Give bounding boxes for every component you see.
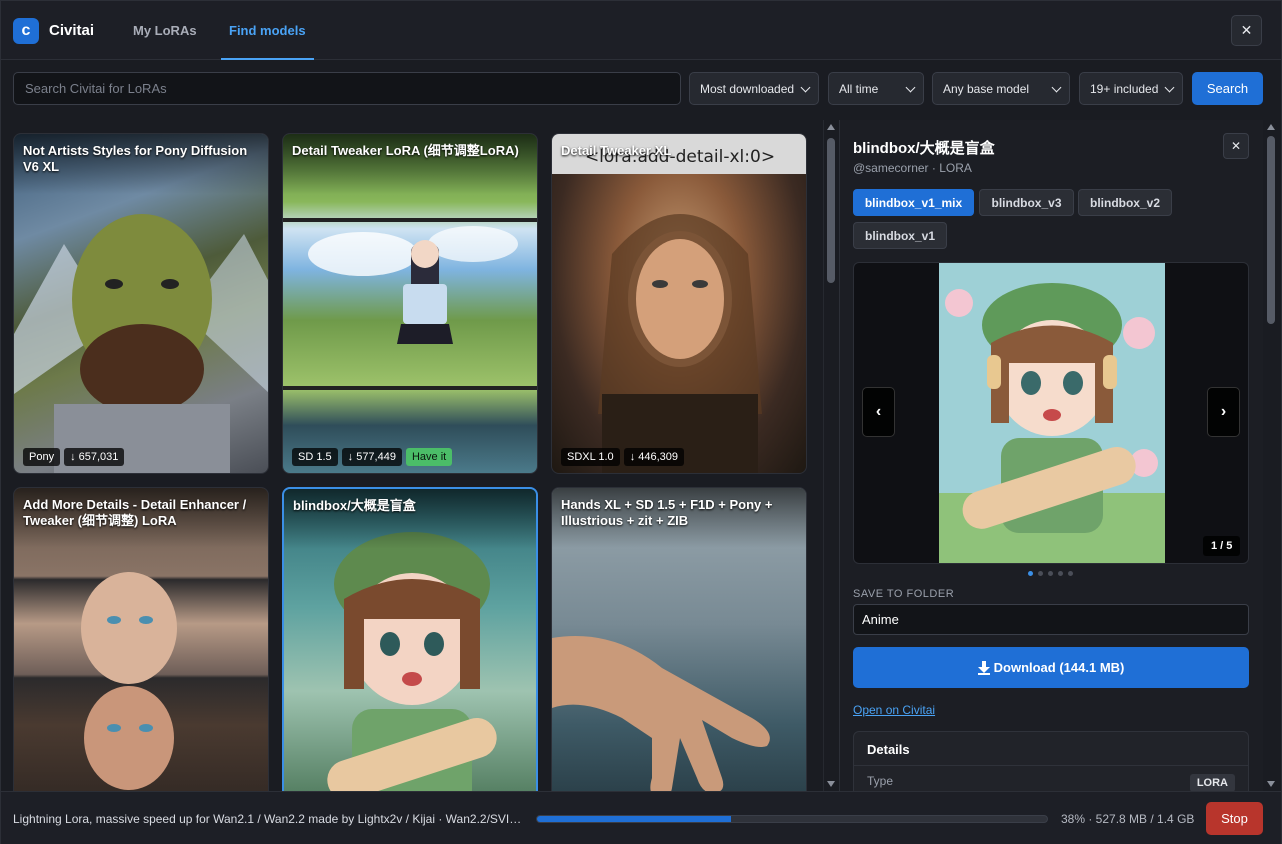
chevron-down-icon — [1051, 82, 1062, 93]
details-title: Details — [867, 742, 910, 757]
download-count-badge: ↓ 446,309 — [623, 448, 685, 466]
scroll-down-icon[interactable] — [1267, 781, 1275, 787]
tab-find-models[interactable]: Find models — [221, 1, 314, 60]
progress-text: 38% · 527.8 MB / 1.4 GB — [1061, 812, 1195, 826]
close-icon: ✕ — [1240, 22, 1253, 38]
download-progress-bar — [536, 815, 1048, 823]
search-input[interactable] — [13, 72, 681, 105]
version-chip-blindbox-v3[interactable]: blindbox_v3 — [979, 189, 1074, 216]
image-dot[interactable] — [1058, 571, 1063, 576]
progress-fill — [537, 816, 731, 822]
nsfw-select[interactable]: 19+ included — [1079, 72, 1183, 105]
scroll-up-icon[interactable] — [827, 124, 835, 130]
image-dot[interactable] — [1038, 571, 1043, 576]
app-name: Civitai — [49, 22, 95, 39]
scrollbar-thumb[interactable] — [1267, 136, 1275, 324]
chevron-down-icon — [800, 82, 811, 93]
next-image-button[interactable]: › — [1207, 387, 1240, 437]
card-badges: SDXL 1.0 ↓ 446,309 — [561, 448, 685, 466]
have-it-badge: Have it — [405, 448, 453, 466]
detail-subtitle: @samecorner · LORA — [853, 161, 972, 175]
detail-title: blindbox/大概是盲盒 — [853, 140, 995, 157]
nsfw-select-value: 19+ included — [1090, 81, 1159, 96]
card-badges: Pony ↓ 657,031 — [23, 448, 125, 466]
detail-panel: blindbox/大概是盲盒 @samecorner · LORA ✕ blin… — [839, 120, 1263, 791]
prev-image-button[interactable]: ‹ — [862, 387, 895, 437]
base-model-select-value: Any base model — [943, 81, 1030, 96]
preview-image — [939, 263, 1165, 563]
download-status-bar: Lightning Lora, massive speed up for Wan… — [1, 791, 1281, 844]
period-select[interactable]: All time — [828, 72, 924, 105]
chevron-down-icon — [905, 82, 916, 93]
close-detail-button[interactable]: ✕ — [1223, 133, 1249, 159]
version-chip-blindbox-v1[interactable]: blindbox_v1 — [853, 222, 947, 249]
download-label: Download (144.1 MB) — [993, 660, 1125, 675]
panel-scrollbar[interactable] — [1263, 120, 1281, 791]
top-bar: c Civitai My LoRAs Find models ✕ — [1, 1, 1281, 60]
card-title: Detail Tweaker XL — [561, 143, 672, 158]
download-count-badge: ↓ 577,449 — [341, 448, 402, 466]
grid-scrollbar[interactable] — [823, 120, 837, 791]
base-model-select[interactable]: Any base model — [932, 72, 1070, 105]
model-card[interactable]: <lora:add-detail-xl:0> Detail Tweaker XL… — [551, 133, 807, 474]
close-icon: ✕ — [1230, 139, 1242, 153]
model-card[interactable]: Hands XL + SD 1.5 + F1D + Pony + Illustr… — [551, 487, 807, 791]
model-card[interactable]: Detail Tweaker LoRA (细节调整LoRA) SD 1.5 ↓ … — [282, 133, 538, 474]
details-type-value: LORA — [1189, 774, 1235, 791]
stop-button[interactable]: Stop — [1206, 802, 1263, 835]
model-card[interactable]: Not Artists Styles for Pony Diffusion V6… — [13, 133, 269, 474]
card-title: Hands XL + SD 1.5 + F1D + Pony + Illustr… — [561, 497, 773, 528]
download-count-badge: ↓ 657,031 — [64, 448, 125, 466]
card-title: Detail Tweaker LoRA (细节调整LoRA) — [292, 143, 519, 158]
results-grid: Not Artists Styles for Pony Diffusion V6… — [1, 120, 823, 791]
model-card-selected[interactable]: blindbox/大概是盲盒 — [282, 487, 538, 791]
details-section: Details Type LORA — [853, 731, 1249, 791]
app-window: c Civitai My LoRAs Find models ✕ Most do… — [0, 0, 1282, 844]
card-title: Not Artists Styles for Pony Diffusion V6… — [23, 143, 248, 174]
base-model-badge: Pony — [23, 448, 61, 466]
model-card[interactable]: Add More Details - Detail Enhancer / Twe… — [13, 487, 269, 791]
card-title: blindbox/大概是盲盒 — [293, 498, 416, 513]
version-chip-blindbox-v2[interactable]: blindbox_v2 — [1078, 189, 1172, 216]
base-model-badge: SD 1.5 — [292, 448, 338, 466]
sort-select[interactable]: Most downloaded — [689, 72, 819, 105]
image-dot[interactable] — [1028, 571, 1033, 576]
scroll-down-icon[interactable] — [827, 781, 835, 787]
download-button[interactable]: Download (144.1 MB) — [853, 647, 1249, 688]
image-dot[interactable] — [1048, 571, 1053, 576]
chevron-down-icon — [1164, 82, 1175, 93]
details-type-key: Type — [867, 774, 894, 788]
close-window-button[interactable]: ✕ — [1231, 15, 1262, 46]
sort-select-value: Most downloaded — [700, 81, 795, 96]
scrollbar-thumb[interactable] — [827, 138, 835, 283]
card-image — [598, 214, 762, 473]
download-icon — [977, 660, 990, 675]
scroll-up-icon[interactable] — [1267, 124, 1275, 130]
image-dot[interactable] — [1068, 571, 1073, 576]
image-counter: 1 / 5 — [1203, 536, 1241, 556]
folder-input[interactable]: Anime — [853, 604, 1249, 635]
base-model-badge: SDXL 1.0 — [561, 448, 620, 466]
status-text: Lightning Lora, massive speed up for Wan… — [13, 812, 522, 826]
open-on-civitai-link[interactable]: Open on Civitai — [853, 703, 935, 717]
civitai-logo-icon: c — [13, 18, 39, 44]
version-chip-blindbox-v1-mix[interactable]: blindbox_v1_mix — [853, 189, 974, 216]
search-button[interactable]: Search — [1192, 72, 1263, 105]
period-select-value: All time — [839, 81, 879, 96]
image-dots — [1028, 571, 1073, 576]
image-viewer: ‹ › 1 / 5 — [853, 262, 1249, 564]
save-folder-label: SAVE TO FOLDER — [853, 588, 955, 600]
card-title: Add More Details - Detail Enhancer / Twe… — [23, 497, 247, 528]
card-badges: SD 1.5 ↓ 577,449 Have it — [292, 448, 453, 466]
tab-my-loras[interactable]: My LoRAs — [133, 1, 197, 60]
